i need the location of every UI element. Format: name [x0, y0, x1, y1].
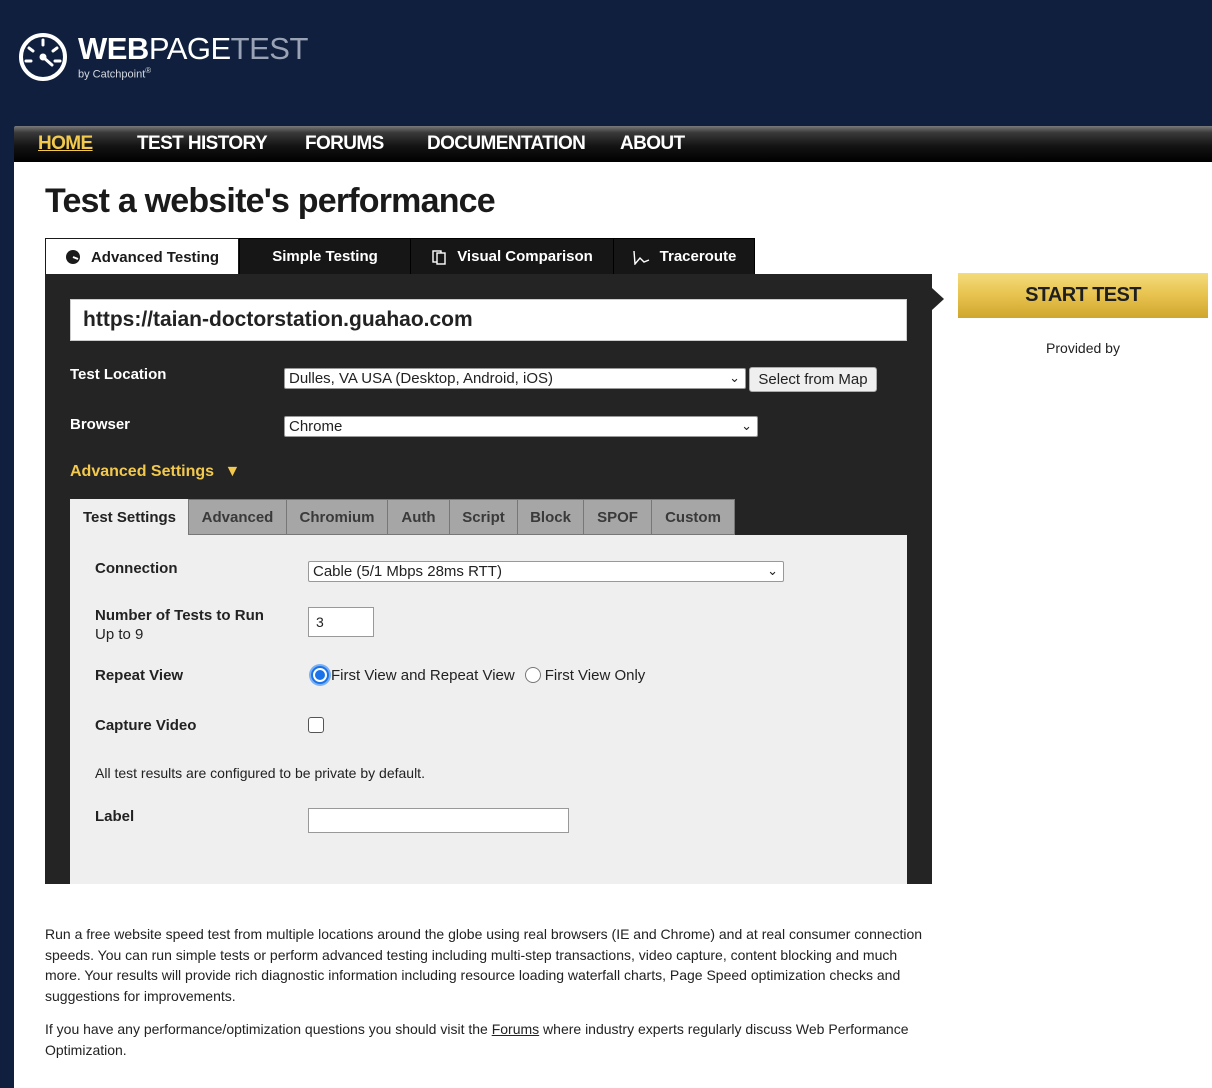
tab-label: Visual Comparison: [457, 248, 593, 265]
provided-by-text: Provided by: [1046, 340, 1120, 356]
description-paragraph: Run a free website speed test from multi…: [45, 926, 923, 1004]
tab-visual-comparison[interactable]: Visual Comparison: [410, 238, 614, 275]
chevron-down-icon: ⌄: [767, 563, 778, 578]
main-nav: HOME TEST HISTORY FORUMS DOCUMENTATION A…: [14, 126, 1212, 162]
advanced-settings-toggle[interactable]: Advanced Settings ▼: [70, 463, 240, 481]
browser-select[interactable]: Chrome ⌄: [284, 416, 758, 437]
forums-link[interactable]: Forums: [492, 1021, 539, 1037]
subtab-script[interactable]: Script: [449, 499, 518, 535]
num-tests-input[interactable]: 3: [308, 607, 374, 637]
test-form-panel: https://taian-doctorstation.guahao.com T…: [45, 274, 932, 884]
tab-label: Simple Testing: [272, 248, 378, 265]
gauge-icon: [65, 250, 80, 264]
nav-documentation[interactable]: DOCUMENTATION: [427, 133, 586, 155]
connection-select[interactable]: Cable (5/1 Mbps 28ms RTT) ⌄: [308, 561, 784, 582]
copy-icon: [432, 249, 446, 265]
num-tests-label: Number of Tests to Run: [95, 607, 264, 624]
subtab-spof[interactable]: SPOF: [583, 499, 652, 535]
test-settings-panel: Connection Cable (5/1 Mbps 28ms RTT) ⌄ N…: [70, 535, 907, 884]
private-note: All test results are configured to be pr…: [95, 765, 425, 781]
repeat-view-radio-first-only[interactable]: [524, 667, 541, 683]
nav-home[interactable]: HOME: [38, 133, 93, 155]
select-from-map-button[interactable]: Select from Map: [749, 367, 877, 392]
tab-traceroute[interactable]: Traceroute: [613, 238, 755, 275]
panel-pointer-arrow: [932, 288, 944, 310]
tab-advanced-testing[interactable]: Advanced Testing: [45, 238, 239, 275]
chevron-down-icon: ⌄: [729, 370, 740, 385]
label-label: Label: [95, 808, 135, 825]
subtab-advanced[interactable]: Advanced: [188, 499, 287, 535]
subtab-auth[interactable]: Auth: [387, 499, 450, 535]
repeat-view-options: First View and Repeat View First View On…: [311, 666, 645, 684]
repeat-view-radio-first-and-repeat[interactable]: [311, 666, 329, 684]
page-title: Test a website's performance: [45, 182, 496, 220]
connection-label: Connection: [95, 560, 178, 577]
subtab-block[interactable]: Block: [517, 499, 584, 535]
label-input[interactable]: [308, 808, 569, 833]
num-tests-hint: Up to 9: [95, 626, 144, 643]
capture-video-checkbox[interactable]: [308, 717, 324, 733]
forums-paragraph: If you have any performance/optimization…: [45, 1021, 909, 1058]
subtab-custom[interactable]: Custom: [651, 499, 735, 535]
radio-label: First View and Repeat View: [331, 666, 515, 684]
browser-label: Browser: [70, 416, 131, 433]
logo-wordmark: WEBPAGETEST: [78, 30, 308, 66]
speedometer-icon: [19, 33, 67, 81]
chevron-down-icon: ⌄: [741, 418, 752, 433]
repeat-view-label: Repeat View: [95, 667, 184, 684]
subtab-test-settings[interactable]: Test Settings: [70, 499, 189, 536]
nav-forums[interactable]: FORUMS: [305, 133, 384, 155]
logo[interactable]: WEBPAGETEST by Catchpoint®: [16, 30, 308, 84]
trace-icon: [632, 250, 649, 265]
main-content: Test a website's performance Advanced Te…: [14, 162, 1212, 1088]
triangle-down-icon: ▼: [224, 463, 241, 480]
tab-label: Traceroute: [659, 248, 737, 265]
capture-video-label: Capture Video: [95, 717, 197, 734]
test-location-select[interactable]: Dulles, VA USA (Desktop, Android, iOS) ⌄: [284, 368, 746, 389]
tab-simple-testing[interactable]: Simple Testing: [239, 238, 411, 275]
nav-test-history[interactable]: TEST HISTORY: [137, 133, 268, 155]
subtab-chromium[interactable]: Chromium: [286, 499, 388, 535]
url-input[interactable]: https://taian-doctorstation.guahao.com: [70, 299, 907, 341]
test-location-label: Test Location: [70, 366, 167, 383]
tab-label: Advanced Testing: [90, 248, 220, 266]
radio-label: First View Only: [544, 666, 646, 684]
site-header: WEBPAGETEST by Catchpoint®: [0, 0, 1212, 126]
nav-about[interactable]: ABOUT: [620, 133, 685, 155]
logo-byline: by Catchpoint®: [78, 65, 152, 81]
start-test-button[interactable]: START TEST: [958, 273, 1208, 318]
